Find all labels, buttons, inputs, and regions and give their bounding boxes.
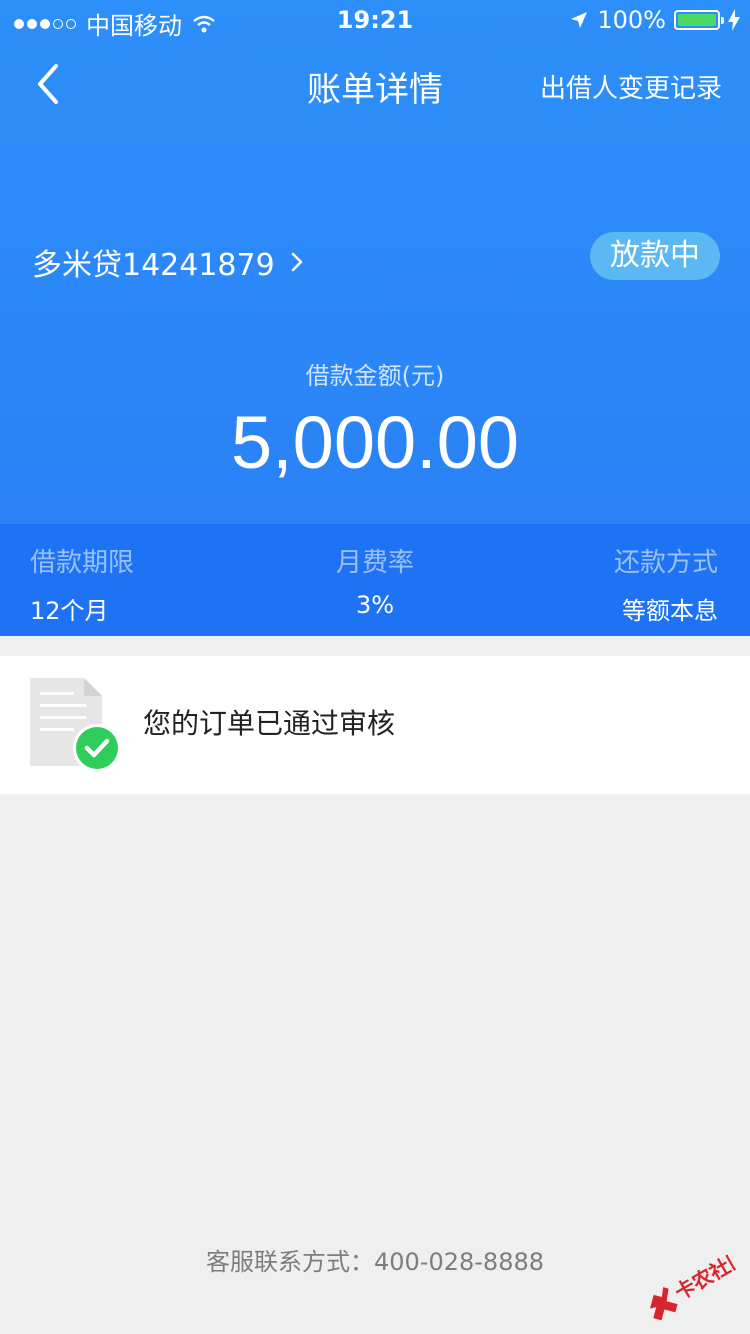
product-link[interactable]: 多米贷14241879 — [32, 240, 305, 284]
term-value: 等额本息 — [622, 597, 718, 625]
term-label: 还款方式 — [613, 548, 718, 578]
status-right: 100% — [569, 6, 740, 34]
order-status-message: 您的订单已通过审核 — [143, 707, 396, 740]
amount-label: 借款金额(元) — [305, 362, 445, 390]
order-status-card: 您的订单已通过审核 — [0, 656, 750, 794]
loan-amount: 5,000.00 — [230, 401, 520, 484]
chevron-right-icon — [291, 252, 302, 272]
status-bar: 中国移动 19:21 100% — [0, 0, 750, 40]
location-arrow-icon — [571, 12, 588, 28]
product-name: 多米贷14241879 — [32, 248, 275, 283]
battery-icon — [674, 10, 724, 30]
customer-service-contact[interactable]: 客服联系方式：400-028-8888 — [0, 1242, 750, 1277]
term-repayment-method: 还款方式 等额本息 — [614, 542, 718, 626]
battery-percent: 100% — [597, 6, 666, 34]
loan-terms-bar: 借款期限 12个月 月费率 3% 还款方式 等额本息 — [0, 524, 750, 636]
lender-change-record-link[interactable]: 出借人变更记录 — [540, 68, 722, 105]
chevron-left-icon — [38, 64, 58, 104]
status-badge: 放款中 — [590, 232, 720, 280]
header-hero: 中国移动 19:21 100% 账单详情 出借人变更记录 多米贷14241879… — [0, 0, 750, 524]
charging-icon — [728, 9, 740, 31]
nav-bar: 账单详情 出借人变更记录 — [0, 40, 750, 128]
document-approved-icon — [30, 678, 121, 772]
back-button[interactable] — [28, 60, 68, 108]
